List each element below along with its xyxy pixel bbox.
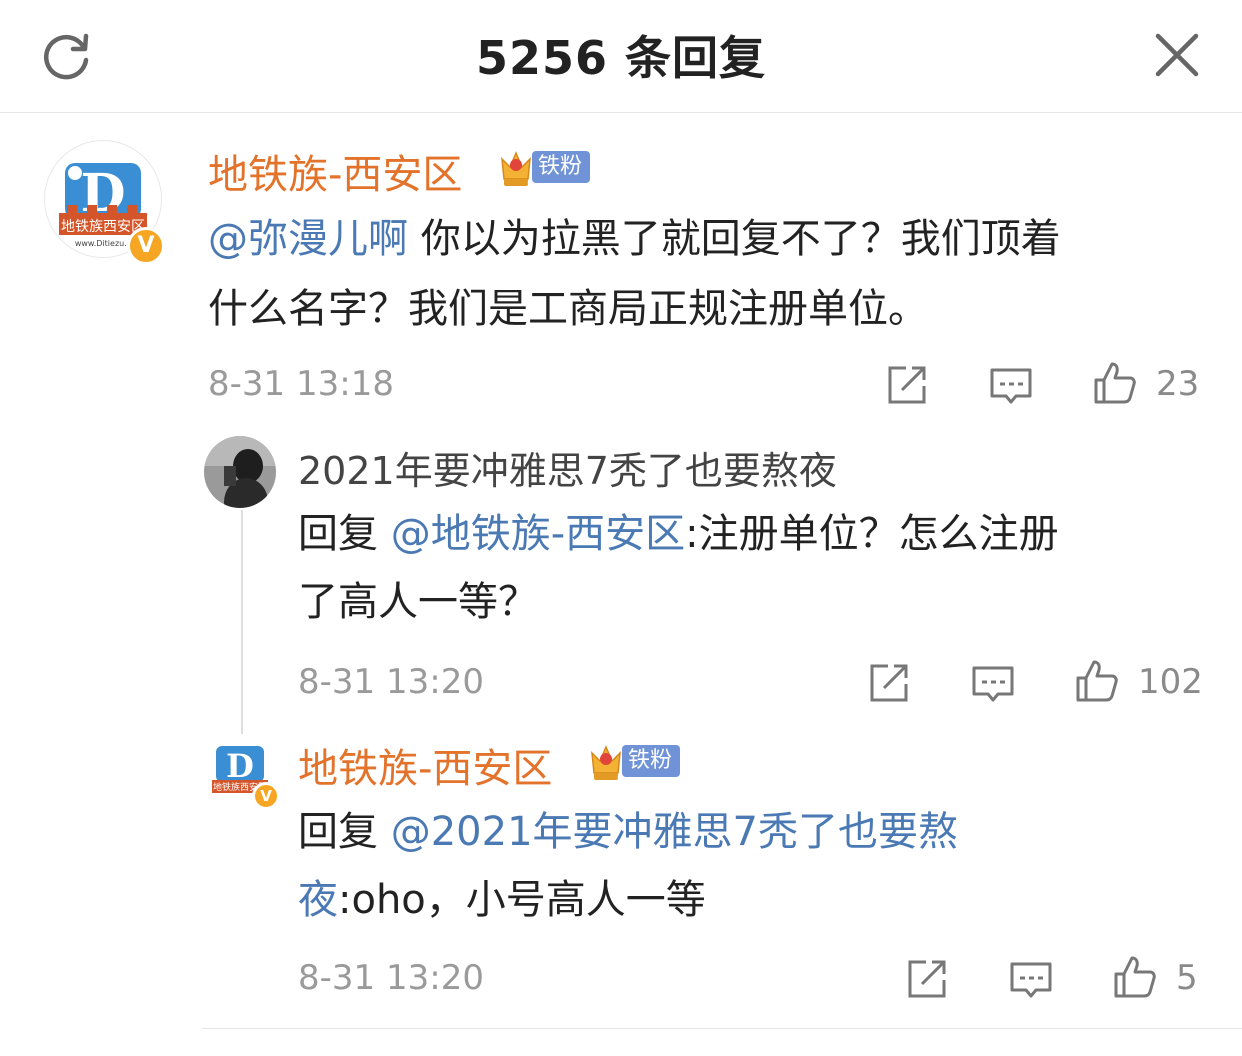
- reply-text-line2: 了高人一等？: [298, 579, 538, 625]
- svg-text:www.Ditiezu.c: www.Ditiezu.c: [75, 239, 131, 248]
- comment-icon[interactable]: [970, 662, 1016, 708]
- comment-text: @弥漫儿啊 你以为拉黑了就回复不了？我们顶着 什么名字？我们是工商局正规注册单位…: [208, 204, 1061, 344]
- fan-badge: 6 铁粉: [496, 148, 591, 189]
- divider: [202, 1028, 1242, 1029]
- comment-text-line2: 什么名字？我们是工商局正规注册单位。: [208, 286, 928, 332]
- share-icon[interactable]: [904, 956, 950, 1002]
- reply-prefix: 回复: [298, 511, 391, 557]
- like-count: 5: [1176, 958, 1198, 998]
- reply-header: 5256 条回复: [0, 0, 1242, 113]
- mention-link-cont[interactable]: 夜: [298, 877, 338, 923]
- like-count: 102: [1138, 662, 1203, 702]
- share-icon[interactable]: [866, 660, 912, 706]
- share-icon[interactable]: [884, 362, 930, 408]
- avatar[interactable]: D 地铁族西安区 www.Ditiezu.c V: [44, 140, 165, 265]
- verified-badge-icon: V: [252, 782, 280, 810]
- verified-badge-icon: V: [127, 227, 165, 265]
- reply-username[interactable]: 2021年要冲雅思7秃了也要熬夜: [298, 440, 837, 495]
- mention-link[interactable]: @地铁族-西安区: [391, 511, 685, 557]
- crown-icon: 6: [501, 151, 535, 189]
- comment-time: 8-31 13:18: [208, 364, 394, 404]
- comment-icon[interactable]: [988, 364, 1034, 410]
- reply-text-line1: :注册单位？怎么注册: [685, 511, 1059, 557]
- reply-username[interactable]: 地铁族-西安区: [298, 736, 552, 794]
- thread-line: [241, 510, 243, 735]
- close-icon[interactable]: [1150, 28, 1204, 82]
- reply-text: 回复 @地铁族-西安区:注册单位？怎么注册 了高人一等？: [298, 500, 1059, 636]
- reply-text: 回复 @2021年要冲雅思7秃了也要熬 夜:oho，小号高人一等: [298, 798, 958, 934]
- thumbs-up-icon[interactable]: [1092, 360, 1138, 406]
- fan-badge-label: 铁粉: [622, 745, 681, 777]
- comment-text-line1: 你以为拉黑了就回复不了？我们顶着: [408, 216, 1061, 262]
- mention-link[interactable]: @2021年要冲雅思7秃了也要熬: [391, 809, 958, 855]
- fan-badge: 6 铁粉: [586, 742, 681, 783]
- thumbs-up-icon[interactable]: [1074, 658, 1120, 704]
- like-count: 23: [1156, 364, 1200, 404]
- reply-text-line2: :oho，小号高人一等: [338, 877, 706, 923]
- comment-username[interactable]: 地铁族-西安区: [208, 142, 462, 200]
- page-title: 5256 条回复: [475, 31, 767, 85]
- reply-prefix: 回复: [298, 809, 391, 855]
- mention-link[interactable]: @弥漫儿啊: [208, 216, 408, 262]
- comment-icon[interactable]: [1008, 958, 1054, 1004]
- svg-text:D: D: [226, 747, 254, 785]
- thumbs-up-icon[interactable]: [1112, 954, 1158, 1000]
- crown-icon: 6: [591, 745, 625, 783]
- user-photo: [204, 436, 276, 508]
- avatar[interactable]: D 地铁族西安区 V: [204, 734, 280, 810]
- comment-time: 8-31 13:20: [298, 958, 484, 998]
- fan-badge-label: 铁粉: [532, 151, 591, 183]
- avatar[interactable]: [204, 436, 276, 508]
- comment-time: 8-31 13:20: [298, 662, 484, 702]
